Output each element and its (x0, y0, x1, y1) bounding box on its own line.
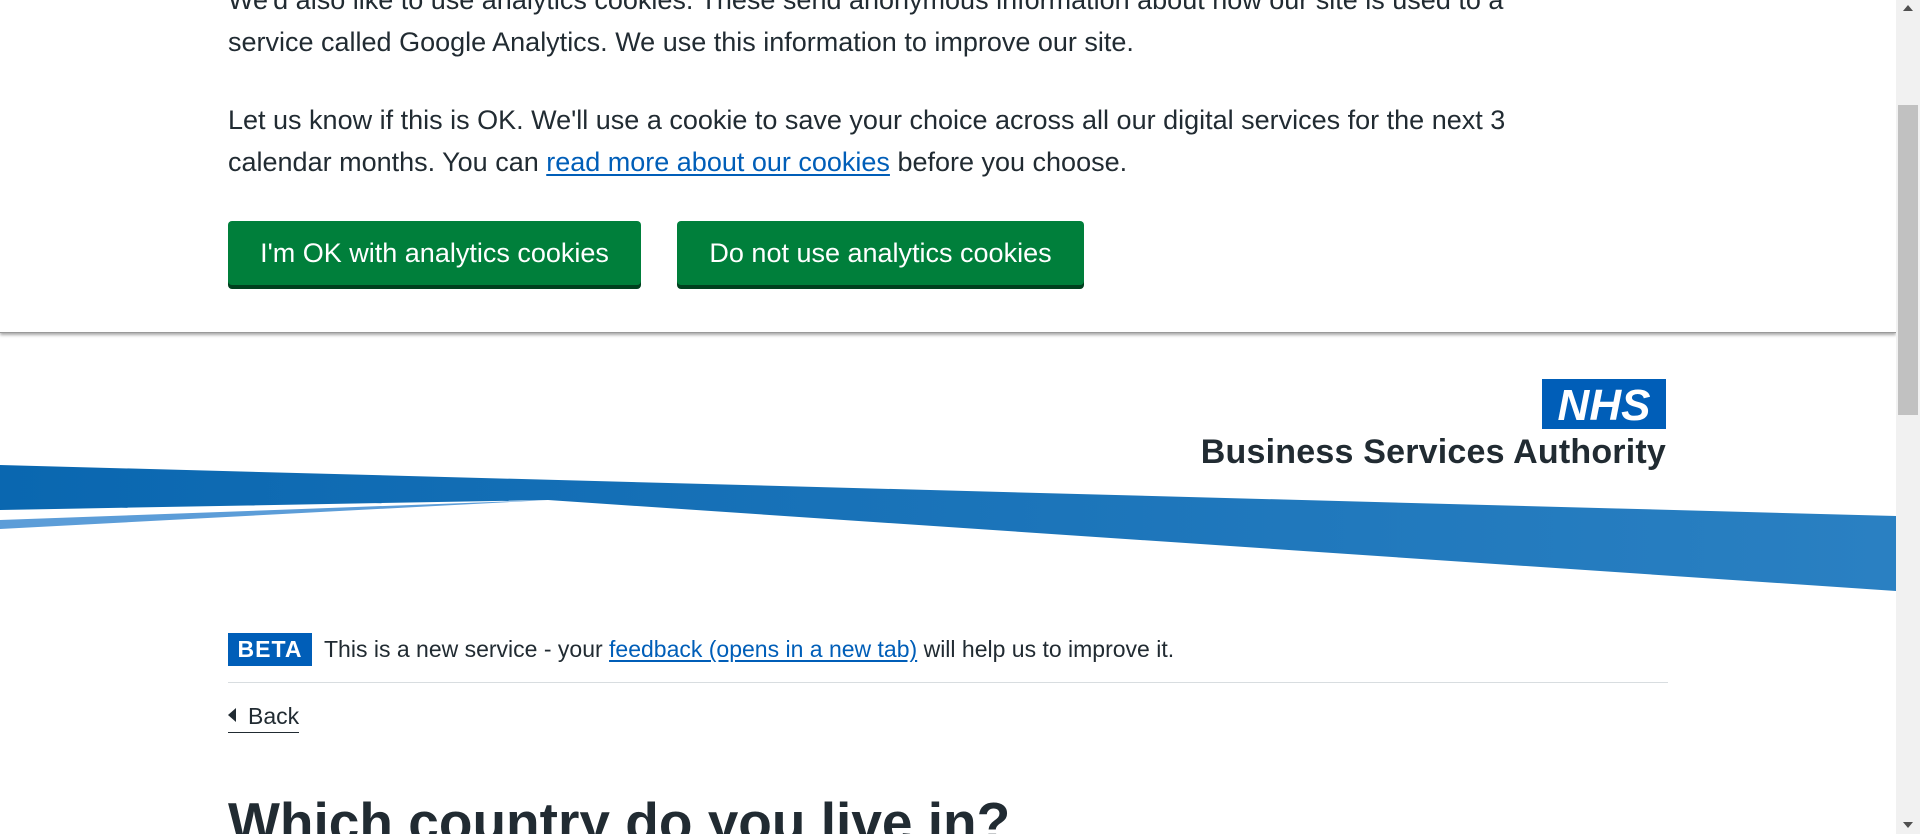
cookie-analytics-paragraph: We'd also like to use analytics cookies.… (228, 0, 1504, 57)
reject-analytics-cookies-button[interactable]: Do not use analytics cookies (677, 221, 1084, 285)
vertical-scrollbar[interactable] (1896, 0, 1920, 834)
arrow-up-icon (1903, 5, 1913, 11)
nhs-logo[interactable]: NHS (1542, 379, 1666, 429)
beta-tag: BETA (228, 633, 312, 666)
nhs-logo-text: NHS (1558, 381, 1651, 429)
accept-analytics-cookies-button[interactable]: I'm OK with analytics cookies (228, 221, 641, 285)
phase-text-end: will help us to improve it. (917, 636, 1175, 662)
phase-text-start: This is a new service - your (324, 636, 610, 662)
page: We'd also like to use analytics cookies.… (0, 0, 1896, 834)
cookie-banner: We'd also like to use analytics cookies.… (0, 0, 1896, 333)
back-link-label: Back (248, 703, 300, 729)
read-more-cookies-link[interactable]: read more about our cookies (546, 147, 890, 177)
scroll-up-button[interactable] (1896, 0, 1920, 17)
page-title: Which country do you live in? (228, 791, 1011, 834)
back-link[interactable]: Back (228, 703, 300, 733)
phase-banner: BETA This is a new service - your feedba… (228, 632, 1668, 683)
cookie-consent-text-end: before you choose. (889, 146, 1128, 177)
cookie-consent-paragraph: Let us know if this is OK. We'll use a c… (228, 100, 1588, 183)
scrollbar-thumb[interactable] (1898, 105, 1918, 415)
chevron-left-icon (228, 708, 236, 722)
header-swoosh-graphic (0, 465, 1896, 591)
feedback-link[interactable]: feedback (opens in a new tab) (609, 636, 917, 662)
phase-banner-text: This is a new service - your feedback (o… (324, 636, 1174, 663)
arrow-down-icon (1903, 822, 1913, 828)
scroll-down-button[interactable] (1896, 817, 1920, 834)
